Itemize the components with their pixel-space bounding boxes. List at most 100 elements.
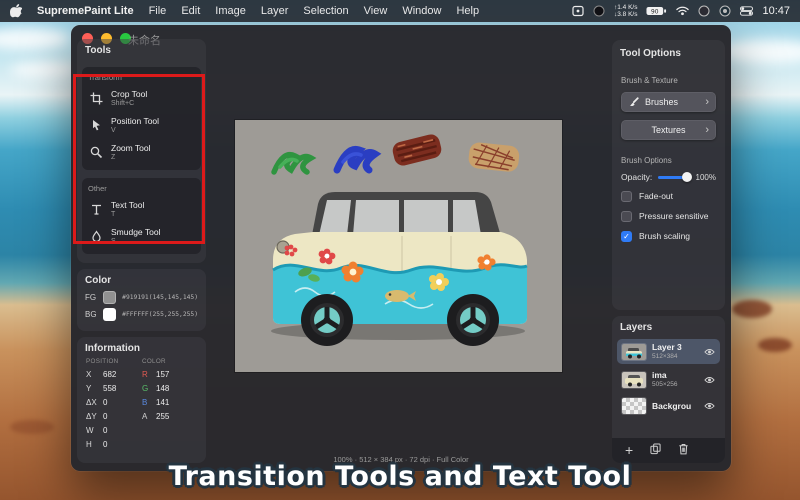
fade-out-option[interactable]: Fade-out [612,186,725,206]
menu-edit[interactable]: Edit [181,5,200,17]
tool-position[interactable]: Position Tool V [88,112,195,139]
brush-scaling-option[interactable]: ✓ Brush scaling [612,226,725,246]
brushes-button[interactable]: Brushes › [621,92,716,112]
textures-button[interactable]: Textures › [621,120,716,140]
checkbox-unchecked[interactable] [621,190,632,202]
net-up: ↑1.4 K/s [613,4,638,11]
checkbox-unchecked[interactable] [621,210,632,222]
menu-image[interactable]: Image [215,5,246,17]
info-value: 141 [156,397,170,407]
info-value: 255 [156,411,170,421]
canvas[interactable] [235,120,562,372]
layer-thumbnail [622,343,646,360]
pressure-sensitive-option[interactable]: Pressure sensitive [612,206,725,226]
add-layer-button[interactable]: + [625,443,633,457]
status-record-icon[interactable] [593,5,605,17]
pressure-sensitive-label: Pressure sensitive [639,211,709,221]
tool-name: Position Tool [111,116,160,126]
brushes-label: Brushes [645,97,679,107]
info-label: ΔX [86,397,97,407]
eye-icon[interactable] [704,376,715,384]
canvas-artwork [235,120,562,372]
fg-value: #919191(145,145,145) [122,294,198,301]
net-down: ↓3.8 K/s [613,11,638,18]
tool-shortcut: Z [111,154,116,161]
menu-help[interactable]: Help [456,5,479,17]
color-panel-title: Color [85,275,112,286]
menu-view[interactable]: View [364,5,388,17]
info-value: 157 [156,369,170,379]
tool-zoom[interactable]: Zoom Tool Z [88,139,195,166]
status-square-icon[interactable] [572,5,584,17]
menu-layer[interactable]: Layer [261,5,289,17]
eye-icon[interactable] [704,402,715,410]
layer-row-ima[interactable]: ima 505×256 [617,367,720,392]
layer-thumbnail [622,398,646,414]
menu-selection[interactable]: Selection [303,5,348,17]
info-label: X [86,369,92,379]
app-circle-icon-1[interactable] [698,5,710,17]
layers-panel: Layers Layer 3 512×384 ima 505×256 Backg… [612,316,725,463]
cloud [0,28,70,50]
information-panel: Information POSITION COLOR X 682 R 157 Y… [77,337,206,463]
tool-name: Zoom Tool [111,143,151,153]
info-label: W [86,425,94,435]
info-value: 148 [156,383,170,393]
opacity-label: Opacity: [621,172,653,182]
info-value: 682 [103,369,117,379]
rock [758,338,792,352]
delete-layer-button[interactable] [678,442,689,460]
cloud [720,40,800,64]
menu-clock[interactable]: 10:47 [762,5,790,17]
rear-wheel [447,294,499,346]
tools-panel: Tools Transform Crop Tool Shift+C Positi… [77,39,206,263]
tool-name: Text Tool [111,200,145,210]
cloud [10,62,80,78]
bg-swatch[interactable] [103,308,117,321]
layer-row-background[interactable]: Backgrou [617,395,720,417]
info-label: Y [86,383,92,393]
info-row: ΔX 0 B 141 [77,395,206,409]
checkbox-checked[interactable]: ✓ [621,230,632,242]
text-tool-icon [92,204,101,215]
info-value: 0 [103,397,108,407]
info-label: B [142,397,148,407]
duplicate-layer-button[interactable] [650,442,661,460]
bg-value: #FFFFFF(255,255,255) [122,311,198,318]
rock [10,420,54,434]
layer-name: Backgrou [652,400,692,411]
chevron-right-icon: › [705,96,709,108]
tool-smudge[interactable]: Smudge Tool S [88,223,195,250]
apple-logo-icon[interactable] [10,4,22,18]
menu-window[interactable]: Window [402,5,441,17]
tool-crop[interactable]: Crop Tool Shift+C [88,85,195,112]
layer-size: 505×256 [652,381,678,388]
menu-file[interactable]: File [149,5,167,17]
control-center-icon[interactable] [740,6,754,16]
opacity-slider[interactable] [658,172,692,182]
opacity-value: 100% [695,172,716,182]
transform-label: Transform [88,73,122,82]
rock [732,300,772,318]
app-name[interactable]: SupremePaint Lite [37,5,134,17]
position-header: POSITION [86,358,119,365]
layers-toolbar: + [612,438,725,463]
other-group: Other Text Tool T Smudge Tool S [82,178,201,254]
fg-swatch[interactable] [103,291,117,304]
info-value: 0 [103,411,108,421]
tool-text[interactable]: Text Tool T [88,196,195,223]
battery-icon[interactable]: 90 [646,6,667,16]
layer-row-layer3[interactable]: Layer 3 512×384 [617,339,720,364]
tool-shortcut: V [111,127,116,134]
info-row: H 0 [77,437,206,451]
app-circle-icon-2[interactable] [719,5,731,17]
bg-label: BG [85,310,97,319]
info-value: 0 [103,425,108,435]
info-row: W 0 [77,423,206,437]
slider-knob[interactable] [681,172,692,182]
info-label: R [142,369,148,379]
brush-icon [630,96,639,106]
wifi-icon[interactable] [676,6,690,16]
eye-icon[interactable] [704,348,715,356]
app-window: 未命名 Tools Transform Crop Tool Shift+C Po… [71,25,731,471]
